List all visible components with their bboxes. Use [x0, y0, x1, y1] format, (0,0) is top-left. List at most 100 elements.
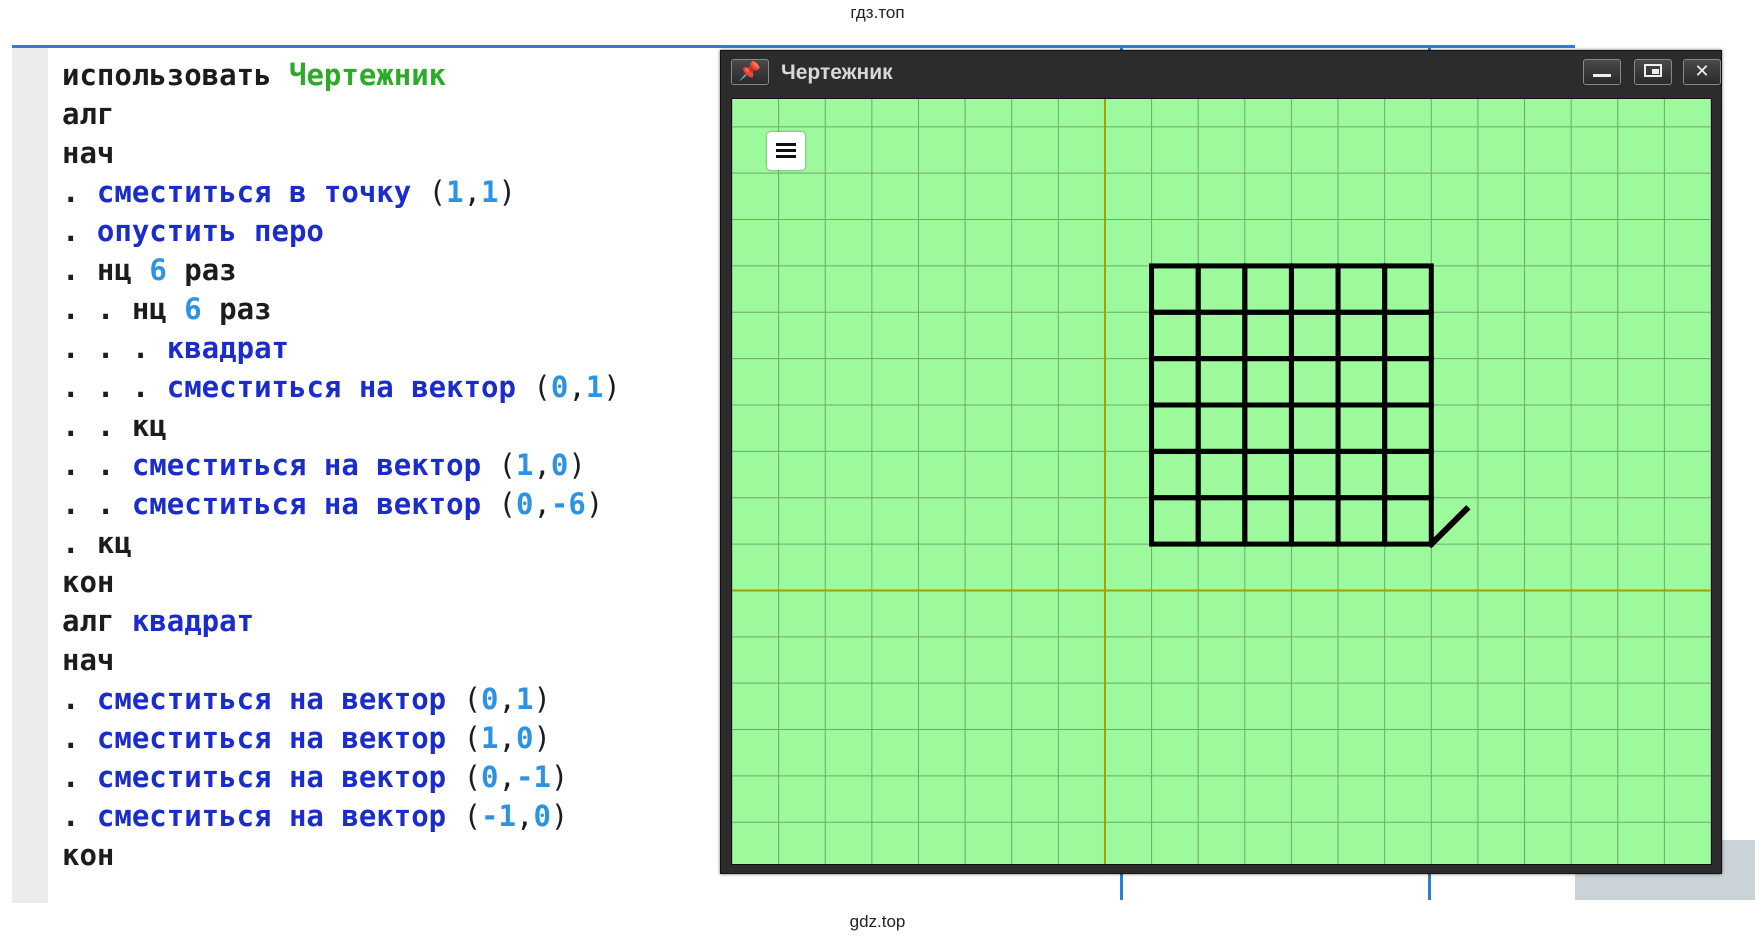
code-token: ,: [568, 370, 586, 404]
code-token: ,: [515, 799, 534, 833]
drawn-square: [1149, 495, 1201, 547]
code-line[interactable]: кон: [62, 836, 621, 875]
window-titlebar[interactable]: 📌 Чертежник ✕: [721, 51, 1721, 95]
drawing-canvas[interactable]: [731, 98, 1712, 865]
minimize-button[interactable]: [1583, 59, 1621, 85]
restore-button[interactable]: [1634, 59, 1672, 85]
drawn-square: [1288, 263, 1341, 315]
code-token: (: [463, 799, 482, 833]
drawn-square: [1242, 402, 1294, 454]
code-token: 1: [481, 721, 499, 755]
drawn-square: [1149, 448, 1201, 501]
code-line[interactable]: . . . сместиться на вектор (0,1): [62, 368, 621, 407]
code-token: (: [533, 370, 551, 404]
code-token: (: [498, 487, 516, 521]
code-token: сместиться на вектор: [166, 370, 534, 404]
drawn-square: [1195, 309, 1248, 362]
code-token: ): [550, 799, 569, 833]
code-line[interactable]: . сместиться в точку (1,1): [62, 173, 621, 212]
code-token: алг: [62, 97, 115, 131]
code-line[interactable]: нач: [62, 134, 621, 173]
code-token: 0: [533, 799, 551, 833]
code-token: .: [62, 214, 97, 248]
drawn-square: [1288, 356, 1341, 408]
drawn-square: [1382, 309, 1434, 362]
pin-button[interactable]: 📌: [731, 59, 769, 85]
drawn-square: [1382, 495, 1434, 547]
close-button[interactable]: ✕: [1683, 59, 1721, 85]
code-line[interactable]: алг: [62, 95, 621, 134]
drawn-square: [1335, 309, 1388, 362]
code-line[interactable]: . . нц 6 раз: [62, 290, 621, 329]
code-token: .: [62, 760, 97, 794]
drawing-svg: [732, 99, 1711, 864]
code-token: сместиться на вектор: [131, 487, 499, 521]
window-title: Чертежник: [781, 61, 893, 84]
drawn-square: [1288, 448, 1341, 501]
drawn-square: [1242, 309, 1294, 362]
code-token: раз: [201, 292, 272, 326]
code-token: ,: [498, 682, 516, 716]
code-token: ): [533, 682, 551, 716]
code-line[interactable]: . сместиться на вектор (0,-1): [62, 758, 621, 797]
code-token: 1: [481, 175, 499, 209]
code-token: . .: [62, 409, 132, 443]
drawn-square: [1288, 402, 1341, 454]
code-token: .: [62, 253, 97, 287]
editor-gutter: [12, 48, 48, 903]
minimize-icon: [1593, 74, 1611, 77]
drawn-square: [1149, 309, 1201, 362]
code-token: 0: [550, 370, 569, 404]
code-token: 0: [515, 487, 534, 521]
drawn-square: [1242, 356, 1294, 408]
code-token: ,: [498, 721, 516, 755]
code-token: сместиться в точку: [96, 175, 429, 209]
code-token: ): [568, 448, 586, 482]
code-token: . . .: [62, 370, 167, 404]
code-token: нач: [62, 643, 115, 677]
code-line[interactable]: . нц 6 раз: [62, 251, 621, 290]
code-line[interactable]: . сместиться на вектор (1,0): [62, 719, 621, 758]
restore-icon: [1644, 64, 1662, 77]
code-token: нц: [96, 253, 150, 287]
code-token: (: [463, 682, 482, 716]
code-line[interactable]: использовать Чертежник: [62, 56, 621, 95]
code-line[interactable]: . . сместиться на вектор (1,0): [62, 446, 621, 485]
code-token: . .: [62, 487, 132, 521]
drawn-square: [1242, 263, 1294, 315]
drawn-square: [1149, 402, 1201, 454]
code-token: сместиться на вектор: [96, 682, 464, 716]
drawn-square: [1335, 356, 1388, 408]
code-token: 0: [550, 448, 569, 482]
code-line[interactable]: . . кц: [62, 407, 621, 446]
drawn-square: [1195, 402, 1248, 454]
code-token: Чертежник: [288, 58, 447, 92]
code-token: ): [533, 721, 551, 755]
code-token: кон: [62, 838, 115, 872]
pen-cursor: [1427, 505, 1471, 549]
code-token: ): [603, 370, 621, 404]
drawn-square: [1195, 356, 1248, 408]
code-line[interactable]: нач: [62, 641, 621, 680]
pin-icon: 📌: [738, 61, 762, 82]
code-line[interactable]: . . сместиться на вектор (0,-6): [62, 485, 621, 524]
code-line[interactable]: . кц: [62, 524, 621, 563]
code-line[interactable]: . сместиться на вектор (0,1): [62, 680, 621, 719]
drawn-square: [1335, 448, 1388, 501]
code-line[interactable]: . опустить перо: [62, 212, 621, 251]
code-line[interactable]: . сместиться на вектор (-1,0): [62, 797, 621, 836]
code-token: раз: [166, 253, 237, 287]
code-token: ,: [498, 760, 516, 794]
code-token: кон: [62, 565, 115, 599]
code-line[interactable]: алг квадрат: [62, 602, 621, 641]
canvas-menu-button[interactable]: [767, 132, 805, 170]
code-token: .: [62, 526, 97, 560]
code-token: .: [62, 721, 97, 755]
code-token: -1: [515, 760, 551, 794]
code-line[interactable]: . . . квадрат: [62, 329, 621, 368]
code-line[interactable]: кон: [62, 563, 621, 602]
code-token: . .: [62, 448, 132, 482]
drawn-square: [1195, 495, 1248, 547]
watermark-bottom: gdz.top: [849, 912, 906, 931]
code-token: 6: [149, 253, 167, 287]
